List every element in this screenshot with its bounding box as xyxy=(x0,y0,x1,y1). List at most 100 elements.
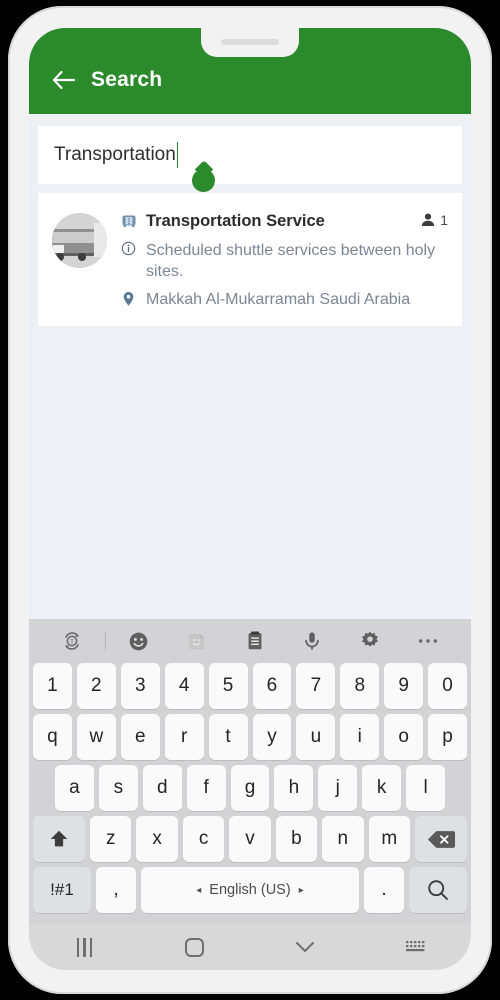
microphone-icon[interactable] xyxy=(283,619,341,663)
clipboard-icon[interactable] xyxy=(226,619,284,663)
info-icon xyxy=(120,239,137,256)
key-6[interactable]: 6 xyxy=(252,663,292,709)
key-n[interactable]: n xyxy=(322,816,364,862)
key-4[interactable]: 4 xyxy=(164,663,204,709)
chevron-down-icon xyxy=(296,942,315,952)
avatar xyxy=(52,213,107,268)
key-5[interactable]: 5 xyxy=(208,663,248,709)
result-description: Scheduled shuttle services between holy … xyxy=(146,242,436,280)
prev-language-arrow[interactable]: ◂ xyxy=(196,885,201,896)
key-r[interactable]: r xyxy=(164,714,204,760)
search-input[interactable]: Transportation xyxy=(38,126,462,184)
key-t[interactable]: t xyxy=(208,714,248,760)
key-x[interactable]: x xyxy=(136,816,178,862)
space-key[interactable]: ◂ English (US) ▸ xyxy=(141,867,359,913)
emoji-icon[interactable] xyxy=(110,619,168,663)
virtual-keyboard: T 1 2 3 4 5 6 7 8 9 0 q w e r t y u i o … xyxy=(29,619,471,924)
sticker-icon[interactable] xyxy=(168,619,226,663)
key-v[interactable]: v xyxy=(229,816,271,862)
key-7[interactable]: 7 xyxy=(296,663,336,709)
search-input-value: Transportation xyxy=(54,144,176,165)
phone-frame: Search Transportation Transportation Ser… xyxy=(8,6,492,994)
key-2[interactable]: 2 xyxy=(76,663,116,709)
keyboard-toolbar: T xyxy=(29,619,471,663)
keyboard-icon xyxy=(405,941,425,952)
key-c[interactable]: c xyxy=(182,816,225,862)
key-p[interactable]: p xyxy=(428,714,468,760)
result-title-row: Transportation Service 1 xyxy=(120,211,448,232)
home-icon xyxy=(185,937,205,957)
key-9[interactable]: 9 xyxy=(384,663,424,709)
result-location: Makkah Al-Mukarramah Saudi Arabia xyxy=(146,291,411,308)
settings-gear-icon[interactable] xyxy=(341,619,399,663)
key-a[interactable]: a xyxy=(55,765,94,811)
key-w[interactable]: w xyxy=(76,714,116,760)
key-k[interactable]: k xyxy=(362,765,402,811)
key-3[interactable]: 3 xyxy=(120,663,160,709)
comma-key[interactable]: , xyxy=(96,867,136,913)
keyboard-row-top: q w e r t y u i o p xyxy=(29,714,471,765)
back-button[interactable] xyxy=(37,60,91,100)
more-options-icon[interactable] xyxy=(399,619,457,663)
location-pin-icon xyxy=(120,289,137,307)
nav-home-button[interactable] xyxy=(140,924,251,970)
translate-icon[interactable]: T xyxy=(43,619,101,663)
bus-photo-avatar xyxy=(52,213,107,268)
arrow-left-icon xyxy=(52,70,76,90)
search-enter-key[interactable] xyxy=(409,867,467,913)
result-title: Transportation Service xyxy=(146,212,325,230)
search-results-list: Transportation Service 1 Scheduled shutt… xyxy=(29,184,471,520)
key-z[interactable]: z xyxy=(90,816,132,862)
nav-hide-keyboard-button[interactable] xyxy=(250,924,361,970)
search-icon xyxy=(428,880,448,900)
backspace-icon xyxy=(427,830,455,848)
recents-icon xyxy=(76,937,92,957)
key-h[interactable]: h xyxy=(274,765,314,811)
shift-icon xyxy=(50,830,68,847)
toolbar-divider xyxy=(104,631,106,651)
key-s[interactable]: s xyxy=(98,765,138,811)
key-m[interactable]: m xyxy=(368,816,410,862)
symbols-key[interactable]: !#1 xyxy=(33,867,91,913)
key-l[interactable]: l xyxy=(406,765,446,811)
keyboard-row-numbers: 1 2 3 4 5 6 7 8 9 0 xyxy=(29,663,471,714)
backspace-key[interactable] xyxy=(414,816,467,862)
key-f[interactable]: f xyxy=(186,765,226,811)
key-0[interactable]: 0 xyxy=(428,663,468,709)
key-y[interactable]: y xyxy=(252,714,292,760)
space-language-label: English (US) xyxy=(209,882,291,898)
people-count: 1 xyxy=(440,212,448,228)
result-description-row: Scheduled shuttle services between holy … xyxy=(120,239,448,282)
bus-icon xyxy=(120,211,137,229)
key-o[interactable]: o xyxy=(384,714,424,760)
result-location-row: Makkah Al-Mukarramah Saudi Arabia xyxy=(120,289,448,310)
text-selection-handle[interactable] xyxy=(192,169,215,192)
key-1[interactable]: 1 xyxy=(32,663,72,709)
svg-text:T: T xyxy=(70,639,74,646)
nav-recents-button[interactable] xyxy=(29,924,140,970)
keyboard-row-middle: a s d f g h j k l xyxy=(29,765,471,816)
period-key[interactable]: . xyxy=(364,867,404,913)
search-field-container: Transportation xyxy=(29,114,471,192)
key-e[interactable]: e xyxy=(120,714,160,760)
phone-screen: Search Transportation Transportation Ser… xyxy=(29,28,471,970)
key-d[interactable]: d xyxy=(142,765,182,811)
keyboard-row-bottom: z x c v b n m xyxy=(29,816,471,867)
key-u[interactable]: u xyxy=(296,714,336,760)
nav-keyboard-switch-button[interactable] xyxy=(361,924,472,970)
system-navigation-bar xyxy=(29,924,471,970)
shift-key[interactable] xyxy=(33,816,86,862)
page-title: Search xyxy=(91,68,163,91)
next-language-arrow[interactable]: ▸ xyxy=(299,885,304,896)
key-j[interactable]: j xyxy=(318,765,358,811)
list-item[interactable]: Transportation Service 1 Scheduled shutt… xyxy=(38,193,462,326)
text-caret xyxy=(176,142,179,168)
key-q[interactable]: q xyxy=(32,714,72,760)
list-item-body: Transportation Service 1 Scheduled shutt… xyxy=(120,211,448,310)
phone-notch-speaker xyxy=(201,28,299,57)
key-i[interactable]: i xyxy=(340,714,380,760)
key-b[interactable]: b xyxy=(275,816,318,862)
key-8[interactable]: 8 xyxy=(340,663,380,709)
status-badge: 1 xyxy=(420,211,448,228)
key-g[interactable]: g xyxy=(230,765,270,811)
